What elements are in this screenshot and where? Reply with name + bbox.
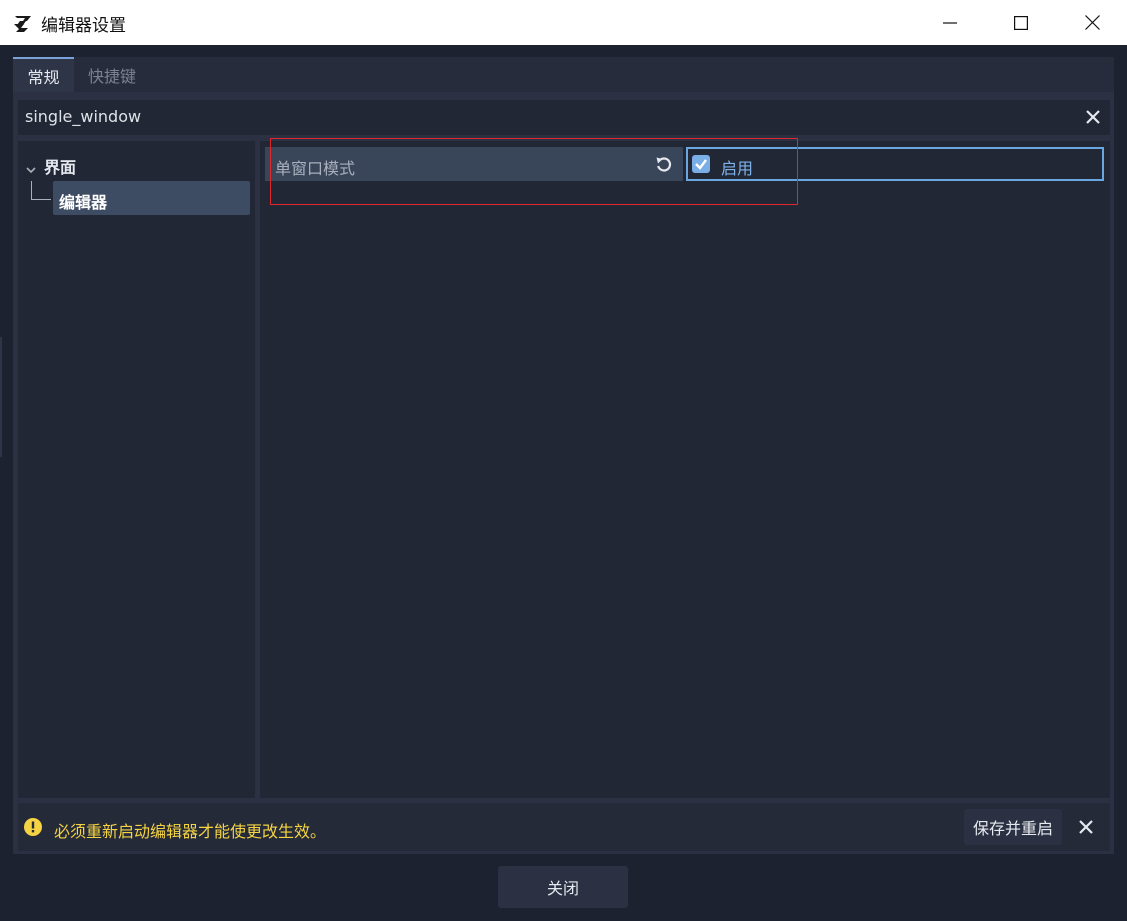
- tab-shortcuts[interactable]: 快捷键: [77, 57, 147, 92]
- dismiss-warning-button[interactable]: [1078, 819, 1094, 839]
- section-tree: 界面 编辑器: [18, 141, 255, 798]
- close-icon: [1084, 15, 1100, 30]
- close-dialog-button[interactable]: 关闭: [498, 866, 628, 908]
- annotation-highlight-box: [270, 138, 798, 205]
- window-title-bar: 编辑器设置: [0, 0, 1127, 45]
- search-input[interactable]: single_window: [18, 100, 1110, 135]
- left-edge-divider: [0, 337, 2, 457]
- clear-search-button[interactable]: [1085, 109, 1101, 129]
- tab-general[interactable]: 常规: [13, 57, 74, 92]
- chevron-down-icon: [26, 167, 36, 174]
- close-icon: [1079, 820, 1093, 834]
- window-title: 编辑器设置: [41, 16, 126, 36]
- tab-bar: 常规 快捷键: [13, 57, 1114, 92]
- tree-connector-line: [31, 199, 51, 200]
- close-icon: [1086, 110, 1100, 124]
- restart-warning-bar: 必须重新启动编辑器才能使更改生效。 保存并重启: [18, 803, 1110, 851]
- warning-message: 必须重新启动编辑器才能使更改生效。: [54, 822, 327, 841]
- tree-item-label: 编辑器: [59, 193, 108, 212]
- minimize-button[interactable]: [915, 0, 985, 45]
- minimize-icon: [943, 21, 957, 24]
- godot-app-icon: [12, 12, 34, 34]
- save-and-restart-button[interactable]: 保存并重启: [964, 809, 1062, 845]
- window-close-button[interactable]: [1057, 0, 1127, 45]
- tree-section-interface[interactable]: 界面: [44, 154, 76, 178]
- maximize-icon: [1014, 15, 1028, 30]
- tree-connector-line: [31, 181, 32, 199]
- search-input-value: single_window: [25, 107, 142, 126]
- property-inspector: 单窗口模式 启用: [260, 141, 1110, 798]
- warning-icon: [24, 818, 42, 840]
- tree-section-toggle[interactable]: [26, 159, 36, 178]
- maximize-button[interactable]: [986, 0, 1056, 45]
- tree-item-editor[interactable]: 编辑器: [53, 181, 250, 215]
